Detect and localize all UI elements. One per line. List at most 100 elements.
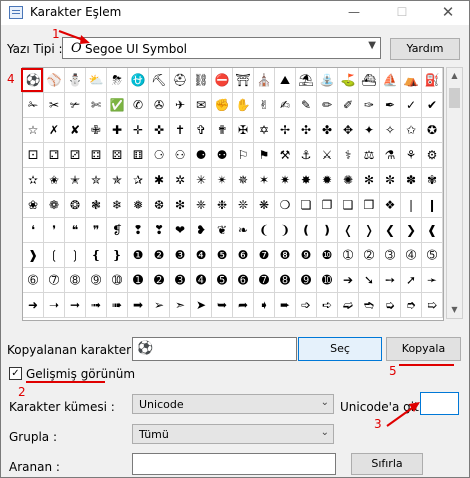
character-cell[interactable]: ✲	[170, 168, 191, 193]
character-cell[interactable]: ❴	[86, 243, 107, 268]
character-cell[interactable]: ✼	[380, 168, 401, 193]
character-cell[interactable]: ➒	[296, 268, 317, 293]
character-cell[interactable]: ❦	[212, 218, 233, 243]
character-cell[interactable]: ➋	[149, 268, 170, 293]
character-cell[interactable]: ✤	[317, 118, 338, 143]
scroll-up-icon[interactable]: ▲	[447, 68, 462, 84]
character-cell[interactable]: ⛳	[338, 68, 359, 93]
character-cell[interactable]: ⚂	[65, 143, 86, 168]
character-cell[interactable]: ❱	[23, 243, 44, 268]
character-cell[interactable]: ➩	[296, 293, 317, 318]
character-cell[interactable]: ⚾	[44, 68, 65, 93]
character-cell[interactable]: ➏	[233, 268, 254, 293]
character-cell[interactable]: ✐	[338, 93, 359, 118]
character-cell[interactable]: ⚃	[86, 143, 107, 168]
character-cell[interactable]: ✄	[86, 93, 107, 118]
character-cell[interactable]: ✢	[275, 118, 296, 143]
character-cell[interactable]: ✂	[44, 93, 65, 118]
character-cell[interactable]: ⚁	[44, 143, 65, 168]
character-cell[interactable]: ❭	[359, 218, 380, 243]
minimize-button[interactable]: —	[331, 1, 377, 25]
scroll-thumb[interactable]	[449, 88, 460, 108]
character-cell[interactable]: ⚄	[107, 143, 128, 168]
character-cell[interactable]: ⛴	[359, 68, 380, 93]
character-cell[interactable]: ✮	[86, 168, 107, 193]
character-cell[interactable]: ❒	[359, 193, 380, 218]
search-input[interactable]	[132, 453, 336, 475]
character-cell[interactable]: ⚔	[317, 143, 338, 168]
character-cell[interactable]: ❇	[170, 193, 191, 218]
character-cell[interactable]: ➘	[359, 268, 380, 293]
character-cell[interactable]: ❬	[338, 218, 359, 243]
character-cell[interactable]: ⚈	[191, 143, 212, 168]
character-cell[interactable]: ✛	[128, 118, 149, 143]
character-cell[interactable]: ⚅	[128, 143, 149, 168]
character-cell[interactable]: ❛	[23, 218, 44, 243]
character-cell[interactable]: ❲	[44, 243, 65, 268]
character-cell[interactable]: ➜	[23, 293, 44, 318]
character-cell[interactable]: ⛵	[380, 68, 401, 93]
character-cell[interactable]: ❼	[254, 243, 275, 268]
character-cell[interactable]: ❝	[65, 218, 86, 243]
character-cell[interactable]: ❑	[338, 193, 359, 218]
character-cell[interactable]: ⛏	[149, 68, 170, 93]
character-cell[interactable]: ✪	[422, 118, 443, 143]
character-cell[interactable]: ❁	[44, 193, 65, 218]
character-cell[interactable]: ➡	[128, 293, 149, 318]
character-cell[interactable]: ❖	[380, 193, 401, 218]
character-cell[interactable]: ❥	[191, 218, 212, 243]
character-cell[interactable]: ❯	[401, 218, 422, 243]
character-cell[interactable]: ⛈	[107, 68, 128, 93]
character-cell[interactable]: ✩	[401, 118, 422, 143]
character-cell[interactable]: ✏	[317, 93, 338, 118]
character-cell[interactable]: ✯	[107, 168, 128, 193]
character-cell[interactable]: ➣	[170, 293, 191, 318]
character-cell[interactable]: ⚓	[296, 143, 317, 168]
grid-scrollbar[interactable]: ▲ ▼	[446, 67, 463, 319]
character-cell[interactable]: ➟	[86, 293, 107, 318]
character-cell[interactable]: ➭	[380, 293, 401, 318]
close-button[interactable]: ✕	[425, 1, 470, 25]
character-cell[interactable]: ✞	[191, 118, 212, 143]
character-cell[interactable]: ❨	[254, 218, 275, 243]
character-cell[interactable]: ❹	[191, 243, 212, 268]
character-cell[interactable]: ✽	[401, 168, 422, 193]
font-select[interactable]: O Segoe UI Symbol ▼	[62, 37, 381, 59]
character-cell[interactable]: ❾	[296, 243, 317, 268]
character-cell[interactable]: ➢	[149, 293, 170, 318]
character-cell[interactable]: ✁	[23, 93, 44, 118]
character-cell[interactable]: ➛	[422, 268, 443, 293]
maximize-button[interactable]: ☐	[379, 1, 425, 25]
character-cell[interactable]: ❻	[233, 243, 254, 268]
character-cell[interactable]: ✜	[149, 118, 170, 143]
character-cell[interactable]: ❫	[317, 218, 338, 243]
group-by-select[interactable]: Tümü ⌄	[132, 424, 334, 444]
character-cell[interactable]: ✹	[317, 168, 338, 193]
character-cell[interactable]: ⚑	[254, 143, 275, 168]
character-cell[interactable]: ⛔	[212, 68, 233, 93]
character-cell[interactable]: ✧	[380, 118, 401, 143]
character-cell[interactable]: ❧	[233, 218, 254, 243]
character-cell[interactable]: ➉	[107, 268, 128, 293]
character-cell[interactable]: ➄	[422, 243, 443, 268]
character-cell[interactable]: ➫	[338, 293, 359, 318]
help-button[interactable]: Yardım	[390, 38, 460, 60]
scroll-down-icon[interactable]: ▼	[447, 302, 462, 318]
character-cell[interactable]: ⛎	[128, 68, 149, 93]
character-cell[interactable]: ✟	[212, 118, 233, 143]
character-cell[interactable]: ❍	[275, 193, 296, 218]
character-cell[interactable]: ❵	[107, 243, 128, 268]
character-cell[interactable]: ⚖	[359, 143, 380, 168]
character-cell[interactable]: ✦	[359, 118, 380, 143]
charset-select[interactable]: Unicode ⌄	[132, 394, 334, 414]
character-cell[interactable]: ❄	[107, 193, 128, 218]
character-cell[interactable]: ❈	[191, 193, 212, 218]
character-cell[interactable]: ⛑	[170, 68, 191, 93]
character-cell[interactable]: ✗	[44, 118, 65, 143]
character-cell[interactable]: ✌	[254, 93, 275, 118]
character-cell[interactable]: ✇	[149, 93, 170, 118]
goto-unicode-input[interactable]	[420, 392, 459, 415]
character-cell[interactable]: ➀	[338, 243, 359, 268]
advanced-view-label[interactable]: Gelişmiş görünüm	[26, 367, 135, 381]
character-cell[interactable]: ✱	[149, 168, 170, 193]
